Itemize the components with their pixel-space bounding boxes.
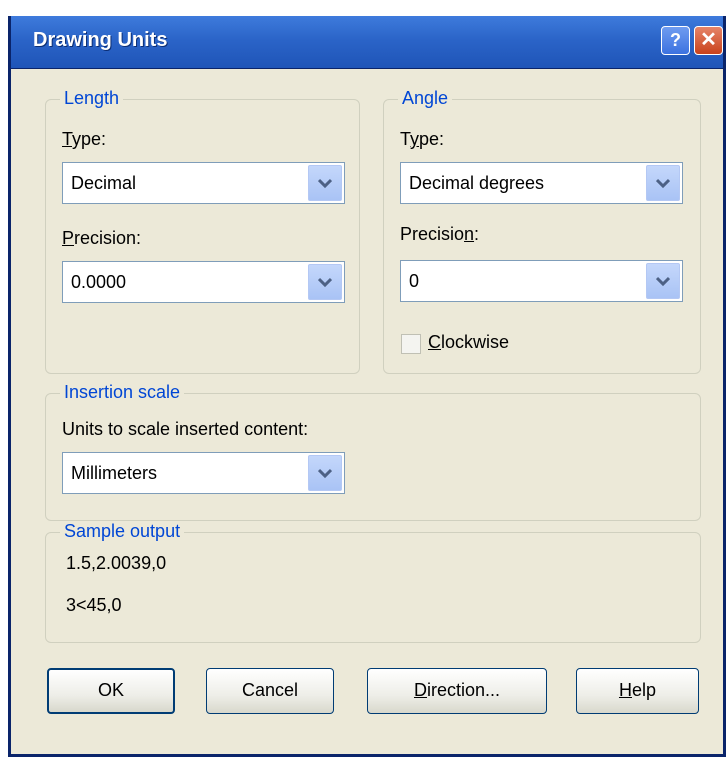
angle-legend: Angle (398, 88, 453, 109)
angle-type-select[interactable]: Decimal degrees (400, 162, 683, 204)
chevron-down-icon[interactable] (308, 455, 342, 491)
insertion-scale-legend: Insertion scale (60, 382, 185, 403)
insertion-units-label: Units to scale inserted content: (62, 419, 309, 439)
length-group: Length Type: Decimal Precision: 0.0000 (45, 88, 360, 374)
help-button[interactable]: Help (576, 668, 699, 714)
insertion-units-value: Millimeters (71, 463, 158, 483)
sample-output-group: Sample output 1.5,2.0039,0 3<45,0 (45, 521, 701, 643)
chevron-down-icon[interactable] (308, 165, 342, 201)
length-type-select[interactable]: Decimal (62, 162, 345, 204)
length-precision-select[interactable]: 0.0000 (62, 261, 345, 303)
length-precision-label: Precision: (62, 228, 142, 248)
length-type-label: Type: (62, 129, 107, 149)
ok-button[interactable]: OK (47, 668, 175, 714)
angle-precision-select[interactable]: 0 (400, 260, 683, 302)
window-title: Drawing Units (33, 29, 168, 51)
chevron-down-icon[interactable] (646, 165, 680, 201)
clockwise-label[interactable]: Clockwise (428, 332, 509, 353)
title-bar[interactable]: Drawing Units ? ✕ (11, 16, 723, 69)
length-legend: Length (60, 88, 124, 109)
clockwise-checkbox[interactable] (401, 334, 421, 354)
angle-precision-value: 0 (409, 271, 420, 291)
sample-output-line-2: 3<45,0 (66, 595, 122, 615)
sample-output-legend: Sample output (60, 521, 185, 542)
chevron-down-icon[interactable] (308, 264, 342, 300)
insertion-scale-group: Insertion scale Units to scale inserted … (45, 382, 701, 521)
chevron-down-icon[interactable] (646, 263, 680, 299)
angle-precision-label: Precision: (400, 224, 480, 244)
insertion-units-select[interactable]: Millimeters (62, 452, 345, 494)
angle-group: Angle Type: Decimal degrees Precision: 0… (383, 88, 701, 374)
sample-output-line-1: 1.5,2.0039,0 (66, 553, 167, 573)
help-title-button[interactable]: ? (661, 26, 690, 55)
drawing-units-dialog: Drawing Units ? ✕ Length Type: Decimal P… (8, 16, 726, 757)
angle-type-label: Type: (400, 129, 445, 149)
direction-button[interactable]: Direction... (367, 668, 547, 714)
cancel-button[interactable]: Cancel (206, 668, 334, 714)
close-button[interactable]: ✕ (694, 26, 723, 55)
length-type-value: Decimal (71, 173, 137, 193)
angle-type-value: Decimal degrees (409, 173, 545, 193)
length-precision-value: 0.0000 (71, 272, 127, 292)
